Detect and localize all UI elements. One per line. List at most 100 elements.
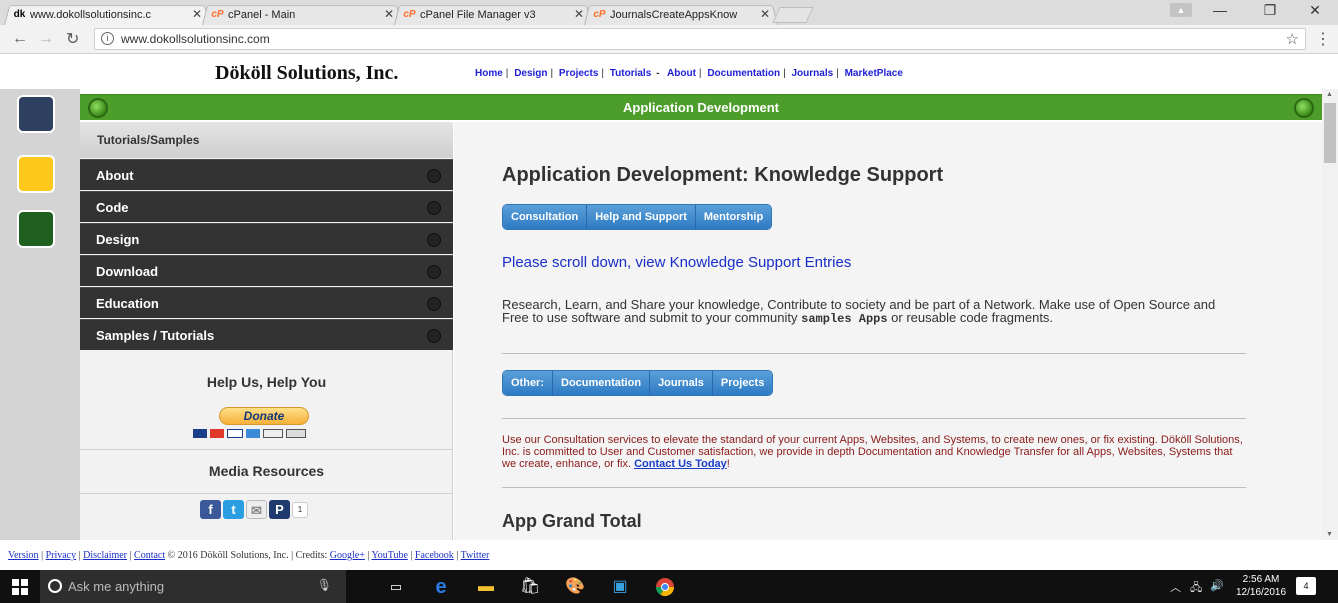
grand-total-heading: App Grand Total <box>502 511 642 531</box>
scroll-message-link[interactable]: Please scroll down, view Knowledge Suppo… <box>502 254 851 271</box>
action-center-icon[interactable]: 4 <box>1296 577 1316 595</box>
close-tab-icon[interactable]: ✕ <box>192 7 202 21</box>
reload-icon[interactable]: ↻ <box>66 29 79 49</box>
back-icon[interactable]: ← <box>12 30 28 48</box>
help-and-support-button[interactable]: Help and Support <box>587 205 696 229</box>
nav-projects[interactable]: Projects <box>559 68 598 79</box>
sidebar-item-code[interactable]: Code <box>80 191 453 222</box>
contact-us-link[interactable]: Contact Us Today <box>634 458 727 470</box>
tab-cpanel-main[interactable]: cP cPanel - Main ✕ <box>202 4 402 25</box>
show-hidden-icons-icon[interactable]: ︿ <box>1170 579 1181 595</box>
clock-date: 12/16/2016 <box>1236 587 1287 598</box>
email-icon[interactable]: ✉ <box>246 500 267 519</box>
twitter-icon[interactable]: t <box>223 500 244 519</box>
sidebar-item-education[interactable]: Education <box>80 287 453 318</box>
tab-journals[interactable]: cP JournalsCreateAppsKnow ✕ <box>584 4 778 25</box>
facebook-icon[interactable]: f <box>200 500 221 519</box>
support-button-group: Consultation Help and Support Mentorship <box>502 204 773 230</box>
scroll-up-icon[interactable]: ▲ <box>1326 91 1333 98</box>
footer-disclaimer-link[interactable]: Disclaimer <box>83 550 127 561</box>
tab-label: cPanel - Main <box>228 8 296 21</box>
footer-googleplus-link[interactable]: Google+ <box>330 550 365 561</box>
sidebar-item-design[interactable]: Design <box>80 223 453 254</box>
footer-contact-link[interactable]: Contact <box>134 550 165 561</box>
sidebar-item-label: Samples / Tutorials <box>96 328 215 343</box>
forward-icon[interactable]: → <box>38 30 54 48</box>
paypal-icon[interactable]: P <box>269 500 290 519</box>
sidebar: Tutorials/Samples About Code Design Down… <box>80 122 453 540</box>
nav-marketplace[interactable]: MarketPlace <box>845 68 903 79</box>
consultation-button[interactable]: Consultation <box>503 205 588 229</box>
tab-label: JournalsCreateAppsKnow <box>610 8 738 21</box>
window-close-icon[interactable]: ✕ <box>1300 2 1330 19</box>
nav-tutorials[interactable]: Tutorials <box>610 68 651 79</box>
cpanel-favicon-icon: cP <box>211 9 224 20</box>
windows-start-icon[interactable] <box>12 579 28 595</box>
edge-icon[interactable]: e <box>431 577 451 597</box>
cpanel-favicon-icon: cP <box>593 9 606 20</box>
bookmark-star-icon[interactable]: ☆ <box>1286 30 1299 48</box>
footer-twitter-link[interactable]: Twitter <box>461 550 490 561</box>
top-nav: Home | Design | Projects | Tutorials - About… <box>475 68 903 79</box>
theme-swatch-green[interactable] <box>17 210 55 248</box>
new-tab-button[interactable] <box>772 7 814 23</box>
footer-youtube-link[interactable]: YouTube <box>371 550 407 561</box>
nav-documentation[interactable]: Documentation <box>707 68 780 79</box>
sidebar-item-samples-tutorials[interactable]: Samples / Tutorials <box>80 319 453 350</box>
expand-dot-icon <box>427 201 441 215</box>
address-url[interactable]: www.dokollsolutionsinc.com <box>121 32 270 46</box>
help-title: Help Us, Help You <box>206 374 327 390</box>
sidebar-item-label: Download <box>96 264 159 279</box>
cpanel-favicon-icon: cP <box>403 9 416 20</box>
sidebar-item-download[interactable]: Download <box>80 255 453 286</box>
network-icon[interactable]: 🖧 <box>1190 579 1202 598</box>
microphone-icon[interactable]: 🎙 <box>317 578 332 592</box>
other-label: Other: <box>503 371 553 395</box>
nav-design[interactable]: Design <box>514 68 547 79</box>
nav-journals[interactable]: Journals <box>791 68 833 79</box>
volume-icon[interactable]: 🔊 <box>1210 579 1224 592</box>
projects-button[interactable]: Projects <box>712 371 773 395</box>
taskbar-clock[interactable]: 2:56 AM 12/16/2016 <box>1236 573 1286 599</box>
scrollbar-thumb[interactable] <box>1324 103 1336 163</box>
task-view-icon[interactable]: ▭ <box>386 577 406 597</box>
file-explorer-icon[interactable]: ▬ <box>476 577 496 597</box>
documentation-button[interactable]: Documentation <box>553 371 651 395</box>
profile-icon[interactable]: ▲ <box>1170 3 1192 17</box>
nav-home[interactable]: Home <box>475 68 503 79</box>
browser-tabstrip: dk www.dokollsolutionsinc.c ✕ cP cPanel … <box>0 0 1338 25</box>
minimize-icon[interactable]: — <box>1205 2 1235 18</box>
main-content: Application Development: Knowledge Suppo… <box>454 122 1322 540</box>
store-icon[interactable]: 🛍 <box>520 577 540 597</box>
browser-toolbar: ← → ↻ i www.dokollsolutionsinc.com ☆ <box>0 25 1338 54</box>
scroll-down-icon[interactable]: ▼ <box>1326 531 1333 538</box>
restore-icon[interactable]: ❐ <box>1255 2 1285 19</box>
menu-kebab-icon[interactable]: ⋮ <box>1315 29 1331 49</box>
info-icon[interactable]: i <box>101 32 114 45</box>
tab-label: cPanel File Manager v3 <box>420 8 536 21</box>
page-scrollbar[interactable]: ▲ ▼ <box>1322 89 1338 540</box>
close-tab-icon[interactable]: ✕ <box>760 7 770 21</box>
tab-dokoll[interactable]: dk www.dokollsolutionsinc.c ✕ <box>4 4 210 25</box>
tab-label: www.dokollsolutionsinc.c <box>30 8 152 21</box>
donate-button[interactable]: Donate <box>219 407 309 425</box>
theme-swatch-yellow[interactable] <box>17 155 55 193</box>
cortana-search[interactable]: Ask me anything 🎙 <box>40 570 346 603</box>
tab-cpanel-file-manager[interactable]: cP cPanel File Manager v3 ✕ <box>394 4 592 25</box>
footer-privacy-link[interactable]: Privacy <box>46 550 77 561</box>
footer-facebook-link[interactable]: Facebook <box>415 550 454 561</box>
paint-icon[interactable]: 🎨 <box>565 577 585 597</box>
close-tab-icon[interactable]: ✕ <box>574 7 584 21</box>
footer-version-link[interactable]: Version <box>8 550 39 561</box>
nav-about[interactable]: About <box>667 68 696 79</box>
content-frame: Application Development Tutorials/Sample… <box>80 89 1322 540</box>
photos-icon[interactable]: ▣ <box>610 577 630 597</box>
mentorship-button[interactable]: Mentorship <box>695 205 772 229</box>
theme-swatch-navy[interactable] <box>17 95 55 133</box>
journals-button[interactable]: Journals <box>650 371 713 395</box>
site-header: Dököll Solutions, Inc. Home | Design | Pro… <box>0 55 1338 89</box>
chrome-icon[interactable] <box>655 577 675 597</box>
address-bar[interactable]: i www.dokollsolutionsinc.com ☆ <box>94 28 1306 50</box>
sidebar-item-about[interactable]: About <box>80 159 453 190</box>
close-tab-icon[interactable]: ✕ <box>384 7 394 21</box>
